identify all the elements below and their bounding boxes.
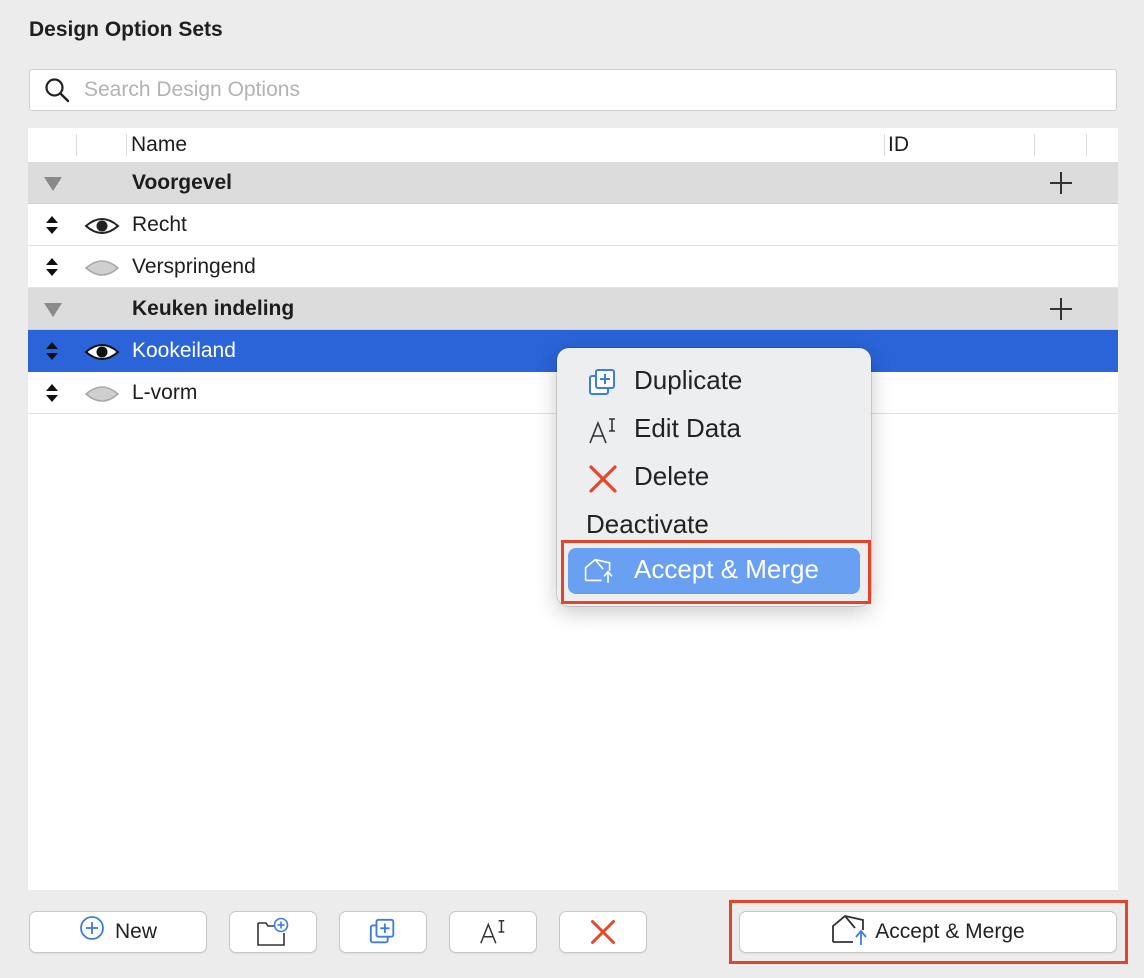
- search-input[interactable]: [84, 78, 1044, 102]
- group-row-voorgevel[interactable]: Voorgevel: [28, 162, 1118, 204]
- reorder-arrows-icon[interactable]: [45, 216, 59, 234]
- duplicate-icon: [589, 369, 615, 395]
- disclosure-triangle-icon[interactable]: [44, 177, 62, 191]
- delete-x-icon: [589, 465, 617, 493]
- plus-circle-icon: [80, 916, 104, 940]
- menu-item-label: Duplicate: [634, 365, 743, 395]
- panel-title: Design Option Sets: [29, 18, 223, 41]
- column-separator[interactable]: [76, 134, 77, 156]
- group-row-keuken-indeling[interactable]: Keuken indeling: [28, 288, 1118, 330]
- add-option-plus-icon[interactable]: [1049, 297, 1073, 321]
- option-name: Recht: [132, 213, 187, 236]
- group-name: Keuken indeling: [132, 297, 295, 320]
- accept-merge-icon: [584, 558, 613, 583]
- menu-item-accept-merge[interactable]: Accept & Merge: [568, 548, 860, 594]
- reorder-arrows-icon[interactable]: [45, 384, 59, 402]
- context-menu: Duplicate Edit Data Delete Deactivate Ac…: [557, 348, 871, 606]
- accept-merge-button[interactable]: Accept & Merge: [739, 911, 1117, 953]
- duplicate-button[interactable]: [339, 911, 427, 953]
- option-name: Kookeiland: [132, 339, 236, 362]
- new-folder-icon: [257, 917, 289, 946]
- eye-hidden-icon[interactable]: [84, 384, 120, 404]
- column-header-id[interactable]: ID: [888, 133, 909, 157]
- new-button-label: New: [114, 920, 157, 943]
- menu-item-edit-data[interactable]: Edit Data: [557, 406, 871, 452]
- table-header: Name ID: [28, 128, 1118, 162]
- search-icon: [45, 78, 70, 103]
- new-button[interactable]: New: [29, 911, 207, 953]
- menu-item-label: Edit Data: [634, 413, 741, 443]
- column-separator[interactable]: [1086, 134, 1087, 156]
- option-name: Verspringend: [132, 255, 256, 278]
- column-separator[interactable]: [884, 134, 885, 156]
- edit-data-button[interactable]: [449, 911, 537, 953]
- disclosure-triangle-icon[interactable]: [44, 303, 62, 317]
- menu-item-label: Delete: [634, 461, 710, 491]
- add-option-plus-icon[interactable]: [1049, 171, 1073, 195]
- delete-button[interactable]: [559, 911, 647, 953]
- duplicate-icon: [369, 918, 395, 944]
- menu-item-label: Accept & Merge: [634, 554, 819, 584]
- menu-item-delete[interactable]: Delete: [557, 454, 871, 500]
- column-separator[interactable]: [126, 134, 127, 156]
- column-separator[interactable]: [1034, 134, 1035, 156]
- eye-hidden-icon[interactable]: [84, 258, 120, 278]
- eye-visible-icon[interactable]: [84, 216, 120, 236]
- option-row-recht[interactable]: Recht: [28, 204, 1118, 246]
- group-name: Voorgevel: [132, 171, 232, 194]
- option-name: L-vorm: [132, 381, 198, 404]
- new-set-button[interactable]: [229, 911, 317, 953]
- menu-item-deactivate[interactable]: Deactivate: [557, 502, 871, 548]
- column-header-name[interactable]: Name: [131, 133, 187, 157]
- reorder-arrows-icon[interactable]: [45, 342, 59, 360]
- option-row-verspringend[interactable]: Verspringend: [28, 246, 1118, 288]
- edit-data-icon: [589, 418, 615, 444]
- accept-merge-icon: [832, 915, 867, 945]
- delete-x-icon: [591, 920, 615, 944]
- eye-visible-icon[interactable]: [84, 342, 120, 362]
- menu-item-label: Deactivate: [586, 509, 709, 539]
- edit-data-icon: [480, 920, 505, 944]
- reorder-arrows-icon[interactable]: [45, 258, 59, 276]
- accept-merge-button-label: Accept & Merge: [875, 920, 1025, 943]
- search-box[interactable]: [29, 69, 1117, 111]
- menu-item-duplicate[interactable]: Duplicate: [557, 358, 871, 404]
